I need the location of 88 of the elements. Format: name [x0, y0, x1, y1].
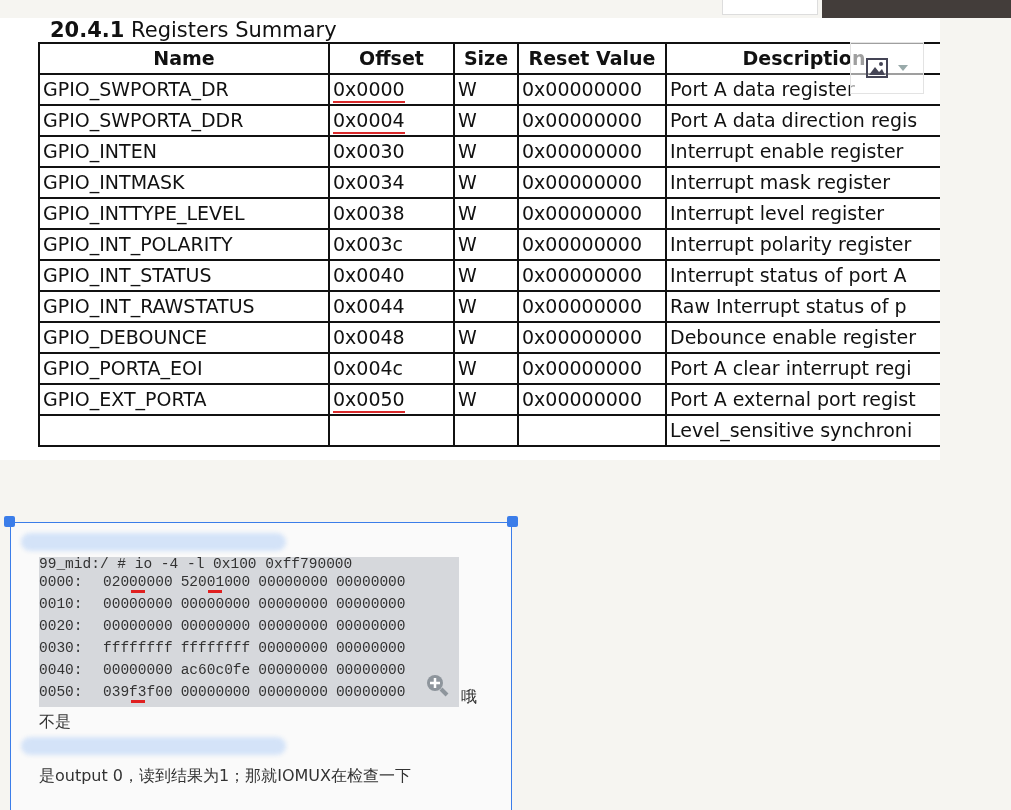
table-cell: GPIO_INT_POLARITY — [39, 229, 329, 260]
hex-value: 00000000 — [335, 573, 406, 592]
hex-value: 00000000 — [335, 683, 406, 702]
table-cell: 0x0030 — [329, 136, 454, 167]
hex-value: 00000000 — [180, 683, 251, 702]
memory-address: 0030: — [39, 639, 84, 658]
hex-value: ac60c0fe — [180, 661, 251, 680]
column-header: Description — [666, 43, 940, 74]
table-cell: 0x00000000 — [518, 136, 666, 167]
table-cell: W — [454, 353, 518, 384]
hex-value: 00000000 — [258, 661, 328, 680]
text-field[interactable] — [722, 0, 818, 15]
table-cell: GPIO_SWPORTA_DR — [39, 74, 329, 105]
table-cell: GPIO_DEBOUNCE — [39, 322, 329, 353]
hex-value: 00000000 — [258, 683, 328, 702]
table-cell: GPIO_EXT_PORTA — [39, 384, 329, 415]
table-cell: 0x0004 — [329, 105, 454, 136]
hex-value: ffffffff — [180, 639, 251, 658]
hex-value: 00000000 — [103, 617, 173, 636]
table-cell: 0x00000000 — [518, 384, 666, 415]
table-cell: 0x00000000 — [518, 167, 666, 198]
hex-value: 00000000 — [335, 595, 406, 614]
memory-address: 0020: — [39, 617, 84, 636]
table-cell: 0x0048 — [329, 322, 454, 353]
selected-image[interactable] — [10, 522, 512, 810]
chat-message: 哦 — [461, 687, 477, 707]
table-cell: 0x0038 — [329, 198, 454, 229]
memory-address: 0040: — [39, 661, 84, 680]
table-cell: 0x00000000 — [518, 229, 666, 260]
table-cell: 0x0044 — [329, 291, 454, 322]
table-cell: W — [454, 198, 518, 229]
hex-value: 00000000 — [180, 595, 251, 614]
table-cell: GPIO_INT_RAWSTATUS — [39, 291, 329, 322]
table-cell: GPIO_SWPORTA_DDR — [39, 105, 329, 136]
caret-icon — [898, 65, 908, 71]
table-cell: 0x0040 — [329, 260, 454, 291]
table-cell: GPIO_INTMASK — [39, 167, 329, 198]
hex-value: 00000000 — [335, 661, 406, 680]
memory-address: 0000: — [39, 573, 84, 592]
hex-value: ffffffff — [103, 639, 173, 658]
image-icon — [866, 58, 888, 78]
table-cell: 0x003c — [329, 229, 454, 260]
table-cell: W — [454, 229, 518, 260]
column-header: Offset — [329, 43, 454, 74]
table-cell: 0x00000000 — [518, 260, 666, 291]
table-cell: GPIO_INTTYPE_LEVEL — [39, 198, 329, 229]
table-cell: 0x0034 — [329, 167, 454, 198]
chat-message: 不是 — [39, 711, 72, 733]
table-cell: 0x0000 — [329, 74, 454, 105]
table-cell: GPIO_INT_STATUS — [39, 260, 329, 291]
table-cell: 0x0050 — [329, 384, 454, 415]
hex-value: 00000000 — [258, 595, 328, 614]
table-cell: W — [454, 105, 518, 136]
table-cell: 0x00000000 — [518, 291, 666, 322]
table-cell: W — [454, 136, 518, 167]
column-header: Reset Value — [518, 43, 666, 74]
hex-value: 00000000 — [103, 595, 173, 614]
table-cell: W — [454, 291, 518, 322]
column-header: Size — [454, 43, 518, 74]
column-header: Name — [39, 43, 329, 74]
hex-value: 00000000 — [258, 639, 328, 658]
table-cell: 0x00000000 — [518, 74, 666, 105]
table-cell: GPIO_PORTA_EOI — [39, 353, 329, 384]
hex-value: 00000000 — [335, 617, 406, 636]
resize-handle[interactable] — [507, 516, 518, 527]
table-cell: GPIO_INTEN — [39, 136, 329, 167]
table-cell: 0x00000000 — [518, 322, 666, 353]
table-cell: 0x00000000 — [518, 105, 666, 136]
hex-value: 00000000 — [180, 617, 251, 636]
table-cell: W — [454, 384, 518, 415]
hex-value: 00000000 — [258, 573, 328, 592]
memory-address: 0010: — [39, 595, 84, 614]
resize-handle[interactable] — [4, 516, 15, 527]
hex-value: 00000000 — [103, 661, 173, 680]
table-cell: 0x00000000 — [518, 198, 666, 229]
hex-value: 00000000 — [335, 639, 406, 658]
table-cell: 0x004c — [329, 353, 454, 384]
table-cell: W — [454, 74, 518, 105]
table-cell: 0x00000000 — [518, 353, 666, 384]
hex-value: 00000000 — [258, 617, 328, 636]
table-cell: W — [454, 167, 518, 198]
memory-address: 0050: — [39, 683, 84, 702]
zoom-in-icon[interactable] — [425, 673, 449, 697]
table-cell: W — [454, 322, 518, 353]
table-cell: W — [454, 260, 518, 291]
terminal-command: 99_mid:/ # io -4 -l 0x100 0xff790000 — [39, 557, 354, 571]
chat-message: 是output 0，读到结果为1；那就IOMUX在检查一下 — [39, 765, 412, 787]
section-heading: 20.4.1 Registers Summary — [49, 18, 338, 42]
